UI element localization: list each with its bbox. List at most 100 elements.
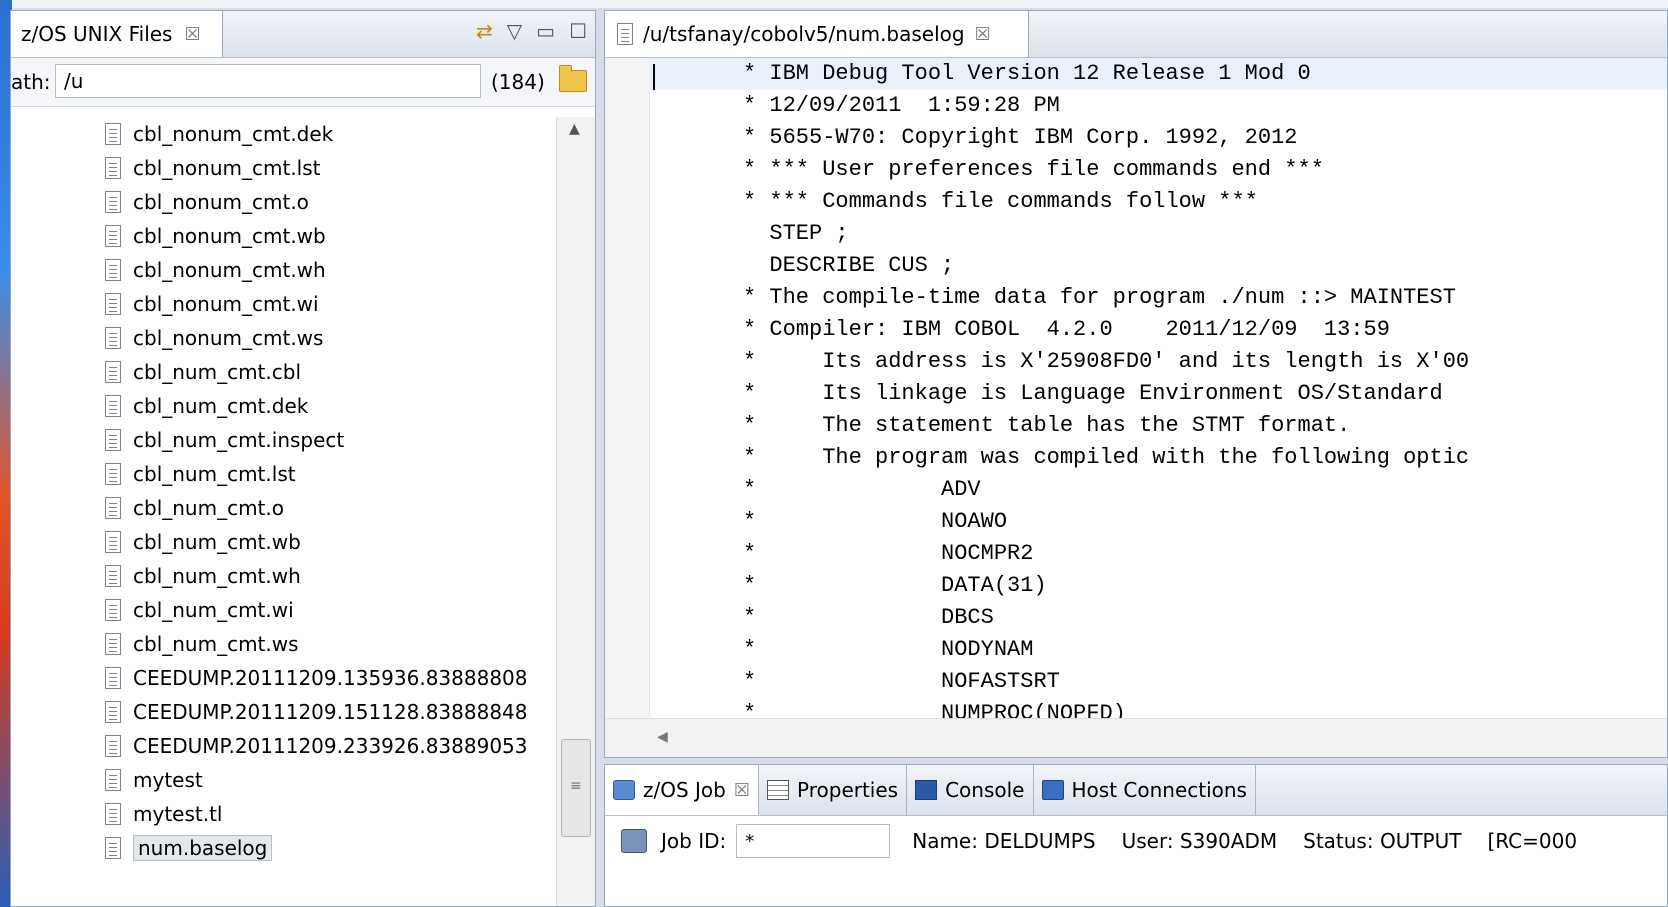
file-icon	[105, 225, 121, 247]
tab-label: z/OS Job	[643, 778, 726, 802]
file-list-item[interactable]: cbl_nonum_cmt.wh	[11, 253, 559, 287]
file-list-item[interactable]: cbl_num_cmt.cbl	[11, 355, 559, 389]
file-name: cbl_nonum_cmt.wh	[133, 258, 326, 282]
grip-icon: ≡	[570, 778, 582, 794]
editor-area: /u/tsfanay/cobolv5/num.baselog ☒ * IBM D…	[604, 10, 1668, 758]
file-icon	[105, 259, 121, 281]
file-list-item[interactable]: CEEDUMP.20111209.151128.83888848	[11, 695, 559, 729]
file-icon	[105, 599, 121, 621]
file-icon	[105, 293, 121, 315]
maximize-icon[interactable]: ☐	[569, 19, 587, 43]
file-icon	[105, 633, 121, 655]
file-name: cbl_nonum_cmt.wi	[133, 292, 319, 316]
file-list-item[interactable]: cbl_num_cmt.wi	[11, 593, 559, 627]
code-line[interactable]: STEP ;	[649, 218, 1667, 250]
file-icon	[105, 123, 121, 145]
file-list-item[interactable]: cbl_nonum_cmt.o	[11, 185, 559, 219]
code-line[interactable]: * 12/09/2011 1:59:28 PM	[649, 90, 1667, 122]
close-icon[interactable]: ☒	[184, 24, 200, 45]
code-line[interactable]: * *** User preferences file commands end…	[649, 154, 1667, 186]
code-line[interactable]: * The statement table has the STMT forma…	[649, 410, 1667, 442]
job-filter-icon[interactable]	[621, 829, 647, 853]
file-list-item[interactable]: num.baselog	[11, 831, 559, 865]
file-list-item[interactable]: cbl_nonum_cmt.lst	[11, 151, 559, 185]
tab-host-connections[interactable]: Host Connections	[1034, 765, 1256, 815]
vertical-scrollbar[interactable]: ▲ ≡	[556, 117, 595, 906]
code-line[interactable]: * NODYNAM	[649, 634, 1667, 666]
code-line[interactable]: * NUMPROC(NOPFD)	[649, 698, 1667, 718]
horizontal-scrollbar[interactable]: ◀	[605, 718, 1667, 757]
code-line[interactable]: * DBCS	[649, 602, 1667, 634]
file-list-item[interactable]: cbl_num_cmt.o	[11, 491, 559, 525]
console-icon	[915, 780, 938, 800]
tab-zos-job[interactable]: z/OS Job ☒	[605, 765, 760, 815]
code-line[interactable]: * The program was compiled with the foll…	[649, 442, 1667, 474]
file-list-item[interactable]: cbl_num_cmt.ws	[11, 627, 559, 661]
file-list-item[interactable]: cbl_num_cmt.wb	[11, 525, 559, 559]
open-folder-icon[interactable]	[559, 65, 587, 92]
file-name: cbl_num_cmt.dek	[133, 394, 309, 418]
close-icon[interactable]: ☒	[975, 24, 991, 45]
scroll-thumb[interactable]: ≡	[561, 739, 591, 837]
code-line[interactable]: * Compiler: IBM COBOL 4.2.0 2011/12/09 1…	[649, 314, 1667, 346]
file-list-item[interactable]: cbl_num_cmt.dek	[11, 389, 559, 423]
chevron-down-icon[interactable]: ▽	[507, 19, 522, 43]
file-list-item[interactable]: CEEDUMP.20111209.233926.83889053	[11, 729, 559, 763]
code-line[interactable]: * DATA(31)	[649, 570, 1667, 602]
code-line[interactable]: * IBM Debug Tool Version 12 Release 1 Mo…	[649, 58, 1667, 90]
file-name: mytest	[133, 768, 203, 792]
file-name: cbl_nonum_cmt.ws	[133, 326, 324, 350]
minimize-icon[interactable]: ▭	[536, 19, 555, 43]
editor-body[interactable]: * IBM Debug Tool Version 12 Release 1 Mo…	[605, 58, 1667, 718]
workbench-top-strip	[12, 0, 1668, 8]
bottom-panel: z/OS Job ☒ Properties Console Host Conne…	[604, 764, 1668, 907]
job-id-input[interactable]	[736, 824, 891, 858]
job-id-label: Job ID:	[661, 829, 727, 853]
tab-zos-unix-files[interactable]: z/OS UNIX Files ☒	[11, 11, 223, 57]
path-input[interactable]	[55, 64, 481, 98]
file-icon	[105, 667, 121, 689]
job-status: Status: OUTPUT	[1303, 829, 1462, 853]
code-line[interactable]: * ADV	[649, 474, 1667, 506]
code-line[interactable]: * The compile-time data for program ./nu…	[649, 282, 1667, 314]
file-name: CEEDUMP.20111209.151128.83888848	[133, 700, 528, 724]
file-list-item[interactable]: cbl_nonum_cmt.wi	[11, 287, 559, 321]
code-line[interactable]: * NOCMPR2	[649, 538, 1667, 570]
code-line[interactable]: * Its address is X'25908FD0' and its len…	[649, 346, 1667, 378]
code-text[interactable]: * IBM Debug Tool Version 12 Release 1 Mo…	[649, 58, 1667, 718]
tab-properties[interactable]: Properties	[759, 765, 908, 815]
code-line[interactable]: * *** Commands file commands follow ***	[649, 186, 1667, 218]
file-tree: cbl_nonum_cmt.dek cbl_nonum_cmt.lst cbl_no…	[11, 117, 559, 906]
file-list-item[interactable]: mytest	[11, 763, 559, 797]
editor-tabbar: /u/tsfanay/cobolv5/num.baselog ☒	[605, 11, 1667, 58]
file-name: cbl_num_cmt.wi	[133, 598, 294, 622]
tab-num-baselog[interactable]: /u/tsfanay/cobolv5/num.baselog ☒	[605, 11, 1029, 57]
file-icon	[105, 701, 121, 723]
zos-unix-files-view: z/OS UNIX Files ☒ ⇄ ▽ ▭ ☐ ath: (184) cbl…	[10, 10, 596, 907]
file-list-item[interactable]: cbl_num_cmt.lst	[11, 457, 559, 491]
file-list-item[interactable]: cbl_nonum_cmt.dek	[11, 117, 559, 151]
code-line[interactable]: * NOFASTSRT	[649, 666, 1667, 698]
file-list-item[interactable]: cbl_nonum_cmt.ws	[11, 321, 559, 355]
file-name: cbl_num_cmt.ws	[133, 632, 299, 656]
code-line[interactable]: * NOAWO	[649, 506, 1667, 538]
sync-icon[interactable]: ⇄	[476, 19, 493, 43]
scroll-up-icon[interactable]: ▲	[569, 121, 580, 137]
close-icon[interactable]: ☒	[734, 780, 750, 801]
file-list-item[interactable]: CEEDUMP.20111209.135936.83888808	[11, 661, 559, 695]
file-list-item[interactable]: cbl_nonum_cmt.wb	[11, 219, 559, 253]
code-line[interactable]: DESCRIBE CUS ;	[649, 250, 1667, 282]
code-line[interactable]: * 5655-W70: Copyright IBM Corp. 1992, 20…	[649, 122, 1667, 154]
scroll-left-icon[interactable]: ◀	[657, 729, 668, 745]
file-name: cbl_num_cmt.wh	[133, 564, 301, 588]
file-list-item[interactable]: cbl_num_cmt.inspect	[11, 423, 559, 457]
tab-console[interactable]: Console	[907, 765, 1034, 815]
file-icon	[105, 735, 121, 757]
file-name: CEEDUMP.20111209.233926.83889053	[133, 734, 528, 758]
bottom-tabbar: z/OS Job ☒ Properties Console Host Conne…	[605, 765, 1667, 816]
code-line[interactable]: * Its linkage is Language Environment OS…	[649, 378, 1667, 410]
file-icon	[105, 803, 121, 825]
path-label: ath:	[11, 70, 51, 94]
file-list-item[interactable]: mytest.tl	[11, 797, 559, 831]
file-list-item[interactable]: cbl_num_cmt.wh	[11, 559, 559, 593]
